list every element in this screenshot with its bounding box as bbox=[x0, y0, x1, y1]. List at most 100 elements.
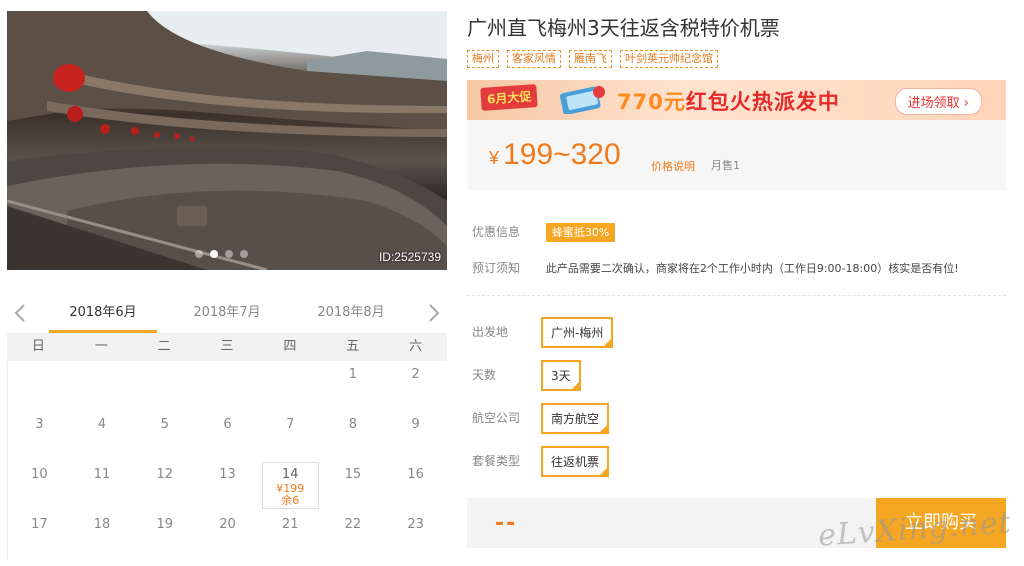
chevron-right-icon[interactable] bbox=[425, 303, 441, 323]
promo-badge: 6月大促 bbox=[480, 84, 539, 111]
calendar-day bbox=[196, 361, 259, 411]
product-tag[interactable]: 叶剑英元帅纪念馆 bbox=[620, 50, 718, 68]
day-number: 19 bbox=[156, 517, 174, 532]
option-label: 航空公司 bbox=[472, 411, 521, 425]
weekday-header: 日一二三四五六 bbox=[7, 333, 447, 361]
month-tabs: 2018年6月 2018年7月 2018年8月 bbox=[41, 297, 413, 333]
option-label: 天数 bbox=[472, 368, 497, 382]
total-price: -- bbox=[495, 511, 518, 536]
promo-text: 770元红包火热派发中 bbox=[617, 86, 840, 116]
day-number: 11 bbox=[93, 467, 111, 482]
day-number: 12 bbox=[156, 467, 174, 482]
promo-banner[interactable]: 6月大促 770元红包火热派发中 进场领取 › bbox=[467, 80, 1006, 120]
product-title: 广州直飞梅州3天往返含税特价机票 bbox=[467, 16, 780, 40]
month-tab[interactable]: 2018年6月 bbox=[41, 297, 165, 333]
day-number: 20 bbox=[219, 517, 236, 532]
calendar-nav: 2018年6月 2018年7月 2018年8月 bbox=[7, 297, 447, 333]
weekday-label: 五 bbox=[346, 339, 360, 354]
ticket-icon bbox=[559, 86, 605, 114]
carousel-dot[interactable] bbox=[195, 250, 203, 258]
price-box: ¥199~320 价格说明 月售1 bbox=[467, 120, 1006, 190]
price-note-link[interactable]: 价格说明 bbox=[651, 158, 695, 174]
day-number: 4 bbox=[97, 417, 107, 432]
calendar-day: 10 bbox=[8, 461, 71, 511]
product-tag[interactable]: 雁南飞 bbox=[569, 50, 612, 68]
weekday-label: 四 bbox=[283, 339, 297, 354]
day-remaining: 余6 bbox=[281, 494, 300, 507]
option-label: 套餐类型 bbox=[472, 454, 521, 468]
day-number: 10 bbox=[31, 467, 48, 482]
discount-row: 优惠信息 蜂蜜抵30% bbox=[472, 223, 616, 242]
price-calendar: 2018年6月 2018年7月 2018年8月 日一二三四五六 1234567891… bbox=[7, 297, 447, 566]
carousel-dot[interactable] bbox=[225, 250, 233, 258]
calendar-day: 22 bbox=[322, 511, 385, 561]
photo-id-label: ID:2525739 bbox=[378, 250, 441, 264]
day-number: 16 bbox=[407, 467, 424, 482]
calendar-day: 12 bbox=[133, 461, 196, 511]
calendar-day: 4 bbox=[71, 411, 134, 461]
day-number: 1 bbox=[348, 367, 358, 382]
calendar-day: 21 bbox=[259, 511, 322, 561]
notice-label: 预订须知 bbox=[472, 261, 521, 275]
calendar-day: 16 bbox=[384, 461, 447, 511]
chevron-left-icon[interactable] bbox=[13, 303, 29, 323]
calendar-day: 23 bbox=[384, 511, 447, 561]
calendar-day: 15 bbox=[322, 461, 385, 511]
discount-label: 优惠信息 bbox=[472, 225, 521, 239]
product-tag[interactable]: 梅州 bbox=[467, 50, 499, 68]
day-number: 8 bbox=[348, 417, 358, 432]
calendar-day-available[interactable]: 14 ¥199 余6 bbox=[261, 462, 319, 509]
carousel-dot-active[interactable] bbox=[210, 250, 218, 258]
calendar-day: 20 bbox=[196, 511, 259, 561]
calendar-day: 6 bbox=[196, 411, 259, 461]
day-number: 21 bbox=[281, 517, 299, 532]
promo-message: 红包火热派发中 bbox=[685, 90, 840, 114]
calendar-day: 19 bbox=[133, 511, 196, 561]
carousel-dots bbox=[195, 250, 248, 258]
product-tags: 梅州 客家风情 雁南飞 叶剑英元帅纪念馆 bbox=[467, 50, 718, 68]
discount-badge: 蜂蜜抵30% bbox=[545, 223, 616, 242]
option-selected-button[interactable]: 3天 bbox=[541, 360, 581, 391]
promo-claim-button[interactable]: 进场领取 › bbox=[894, 88, 982, 115]
day-number: 14 bbox=[281, 467, 299, 482]
calendar-day: 1 bbox=[322, 361, 385, 411]
calendar-day: 8 bbox=[322, 411, 385, 461]
tulou-image bbox=[7, 11, 447, 270]
calendar-day: 2 bbox=[384, 361, 447, 411]
calendar-day: 9 bbox=[384, 411, 447, 461]
calendar-day bbox=[259, 361, 322, 411]
day-number: 18 bbox=[93, 517, 111, 532]
calendar-day bbox=[71, 361, 134, 411]
calendar-day: 3 bbox=[8, 411, 71, 461]
day-number: 17 bbox=[31, 517, 48, 532]
calendar-day bbox=[8, 361, 71, 411]
option-selected-button[interactable]: 南方航空 bbox=[541, 403, 610, 434]
month-tab[interactable]: 2018年7月 bbox=[165, 297, 289, 333]
weekday-label: 一 bbox=[94, 339, 108, 354]
carousel-dot[interactable] bbox=[240, 250, 248, 258]
price-value: 199~320 bbox=[503, 138, 621, 171]
notice-row: 预订须知 此产品需要二次确认，商家将在2个工作小时内（工作日9:00-18:00… bbox=[472, 259, 959, 276]
calendar-day: 7 bbox=[259, 411, 322, 461]
section-divider bbox=[467, 295, 1006, 296]
day-number: 22 bbox=[344, 517, 362, 532]
day-number: 13 bbox=[219, 467, 236, 482]
day-number: 6 bbox=[223, 417, 232, 432]
day-number: 2 bbox=[411, 367, 420, 382]
calendar-day bbox=[133, 361, 196, 411]
calendar-day: 18 bbox=[71, 511, 134, 561]
weekday-label: 二 bbox=[157, 339, 171, 354]
product-photo[interactable]: ID:2525739 bbox=[7, 11, 447, 270]
month-tab[interactable]: 2018年8月 bbox=[289, 297, 413, 333]
price-range: ¥199~320 bbox=[489, 138, 621, 172]
calendar-day: 5 bbox=[133, 411, 196, 461]
day-number: 3 bbox=[35, 417, 44, 432]
product-tag[interactable]: 客家风情 bbox=[507, 50, 561, 68]
day-number: 5 bbox=[160, 417, 169, 432]
option-selected-button[interactable]: 往返机票 bbox=[541, 446, 610, 477]
option-label: 出发地 bbox=[472, 325, 509, 339]
weekday-label: 六 bbox=[409, 339, 423, 354]
option-selected-button[interactable]: 广州-梅州 bbox=[541, 317, 614, 348]
weekday-label: 日 bbox=[31, 339, 45, 354]
promo-amount: 770元 bbox=[617, 90, 686, 114]
